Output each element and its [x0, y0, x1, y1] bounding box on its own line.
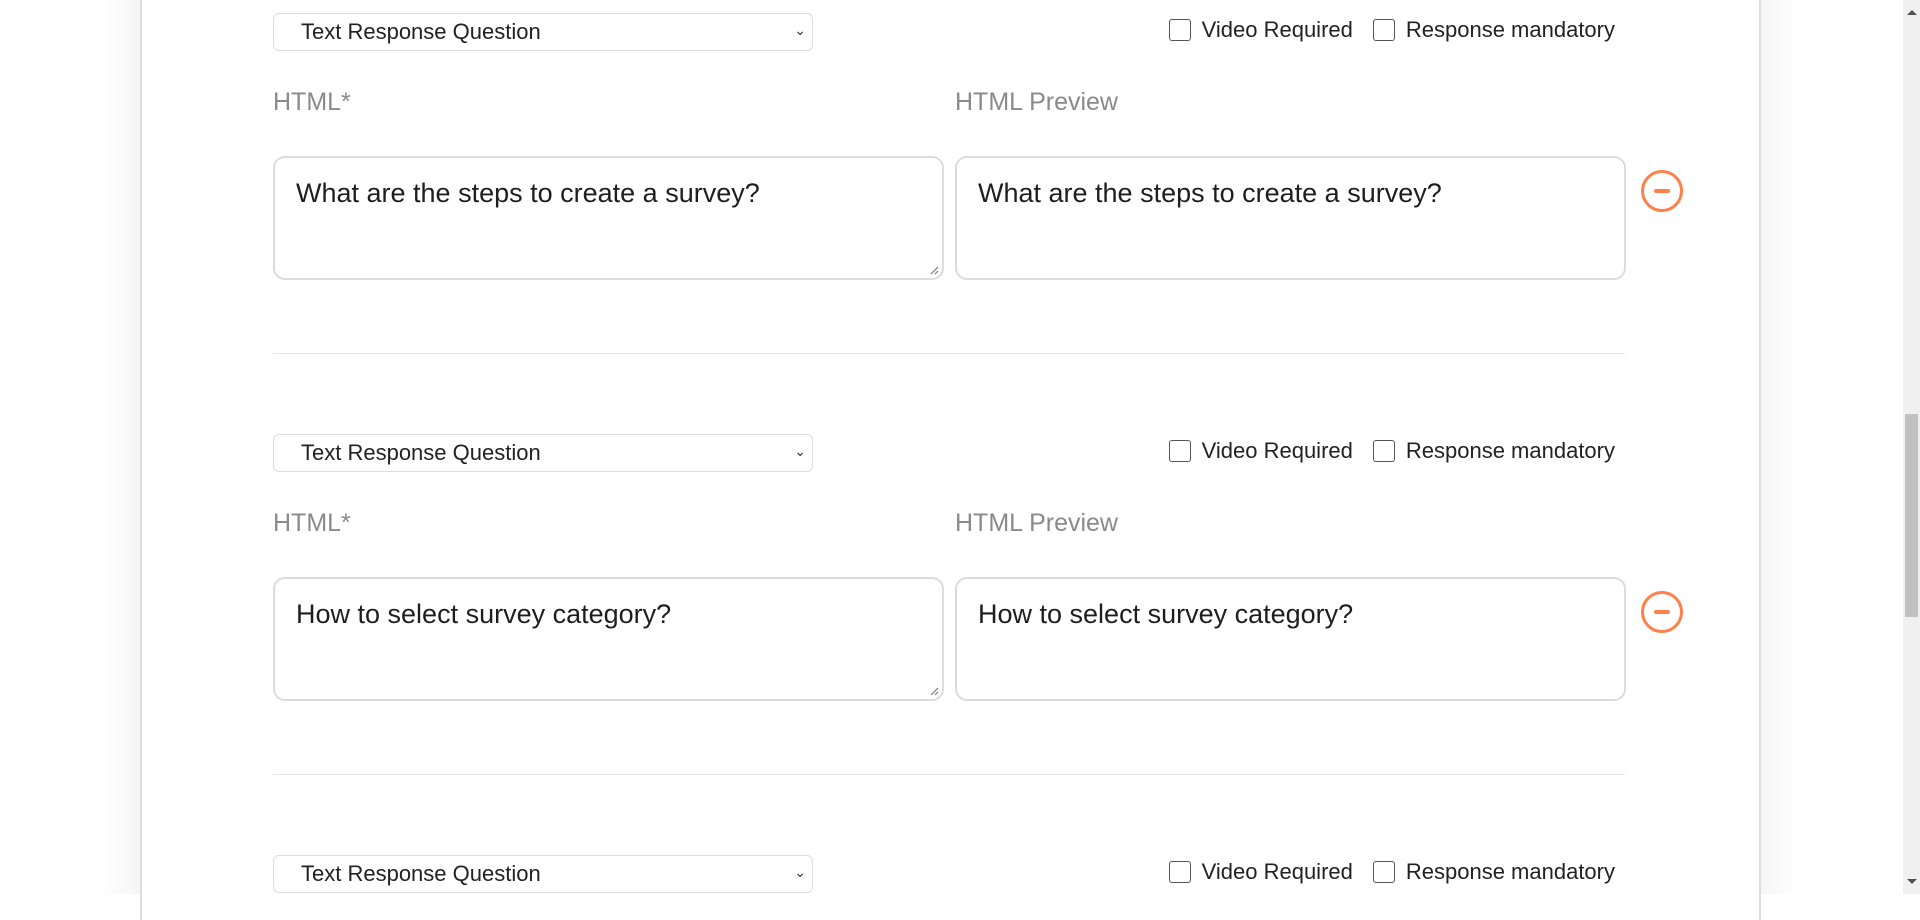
chevron-down-icon: ⌄ [794, 443, 806, 459]
question-type-select[interactable]: Text Response Question ⌄ [273, 434, 813, 472]
resize-handle-icon[interactable] [929, 265, 939, 275]
response-mandatory-option[interactable]: Response mandatory [1372, 17, 1615, 43]
remove-question-button[interactable] [1641, 170, 1683, 212]
video-required-label: Video Required [1201, 859, 1353, 884]
response-mandatory-option[interactable]: Response mandatory [1372, 438, 1615, 464]
html-preview-value: What are the steps to create a survey? [978, 178, 1442, 208]
remove-question-button[interactable] [1641, 591, 1683, 633]
response-mandatory-label: Response mandatory [1405, 17, 1615, 42]
question-type-value: Text Response Question [301, 19, 541, 44]
video-required-label: Video Required [1201, 438, 1353, 463]
chevron-down-icon: ⌄ [794, 864, 806, 880]
html-preview-value: How to select survey category? [978, 599, 1354, 629]
vertical-scrollbar[interactable] [1903, 0, 1920, 894]
minus-circle-icon [1654, 610, 1670, 614]
question-type-select[interactable]: Text Response Question ⌄ [273, 13, 813, 51]
html-preview-box: How to select survey category? [955, 577, 1626, 701]
question-divider [273, 774, 1625, 775]
response-mandatory-option[interactable]: Response mandatory [1372, 859, 1615, 885]
question-divider [273, 353, 1625, 354]
video-required-option[interactable]: Video Required [1168, 17, 1353, 43]
response-mandatory-label: Response mandatory [1405, 859, 1615, 884]
video-required-option[interactable]: Video Required [1168, 438, 1353, 464]
question-options: Video Required Response mandatory [1149, 17, 1615, 43]
html-preview-label: HTML Preview [955, 88, 1118, 116]
question-options: Video Required Response mandatory [1149, 438, 1615, 464]
html-textarea[interactable]: How to select survey category? [273, 577, 944, 701]
video-required-checkbox[interactable] [1168, 19, 1191, 41]
background-shade-left [100, 0, 140, 894]
scrollbar-thumb[interactable] [1905, 414, 1918, 617]
video-required-option[interactable]: Video Required [1168, 859, 1353, 885]
html-preview-label: HTML Preview [955, 509, 1118, 537]
html-label: HTML* [273, 509, 351, 537]
html-preview-box: What are the steps to create a survey? [955, 156, 1626, 280]
video-required-checkbox[interactable] [1168, 861, 1191, 883]
scroll-up-arrow-icon[interactable] [1907, 10, 1917, 15]
background-shade-right [1760, 0, 1800, 894]
video-required-checkbox[interactable] [1168, 440, 1191, 462]
response-mandatory-checkbox[interactable] [1372, 861, 1395, 883]
question-type-select[interactable]: Text Response Question ⌄ [273, 855, 813, 893]
question-type-value: Text Response Question [301, 861, 541, 886]
chevron-down-icon: ⌄ [794, 22, 806, 38]
resize-handle-icon[interactable] [929, 686, 939, 696]
response-mandatory-label: Response mandatory [1405, 438, 1615, 463]
html-textarea-value: How to select survey category? [296, 599, 672, 629]
video-required-label: Video Required [1201, 17, 1353, 42]
response-mandatory-checkbox[interactable] [1372, 440, 1395, 462]
scroll-down-arrow-icon[interactable] [1907, 879, 1917, 884]
html-label: HTML* [273, 88, 351, 116]
question-type-value: Text Response Question [301, 440, 541, 465]
response-mandatory-checkbox[interactable] [1372, 19, 1395, 41]
html-textarea-value: What are the steps to create a survey? [296, 178, 760, 208]
html-textarea[interactable]: What are the steps to create a survey? [273, 156, 944, 280]
minus-circle-icon [1654, 189, 1670, 193]
page: Text Response Question ⌄ Video Required … [0, 0, 1903, 920]
question-options: Video Required Response mandatory [1149, 859, 1615, 885]
